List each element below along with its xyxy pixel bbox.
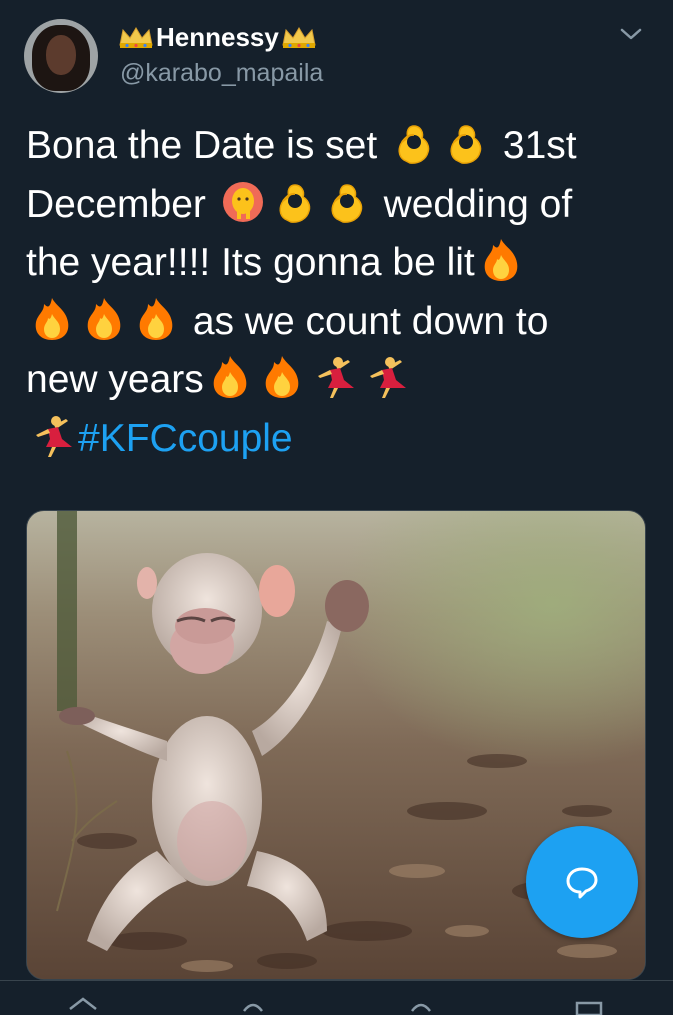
search-icon[interactable] xyxy=(236,995,270,1015)
fire-emoji xyxy=(139,297,173,340)
ok-hand-emoji xyxy=(331,183,362,223)
tweet-text-line: #KFCcouple xyxy=(26,410,656,469)
ok-hand-emoji xyxy=(398,125,430,164)
tweet-text-segment: 31st xyxy=(492,124,577,167)
tweet-text-segment: December xyxy=(26,182,217,226)
tweet-text-segment: new years xyxy=(26,358,204,401)
ok-hand-emoji xyxy=(279,183,310,223)
home-icon[interactable] xyxy=(66,995,100,1015)
fire-emoji xyxy=(87,297,121,340)
fire-emoji xyxy=(213,356,247,398)
dancer-emoji xyxy=(369,357,406,398)
reply-bubble-icon xyxy=(566,867,598,899)
tweet-text-line: the year!!!! Its gonna be lit xyxy=(26,234,656,293)
crown-icon xyxy=(119,27,153,48)
ok-hand-emoji xyxy=(450,125,482,164)
reply-button[interactable] xyxy=(526,826,638,938)
tweet-text-segment: the year!!!! Its gonna be lit xyxy=(26,241,475,284)
tweet-text-segment: Bona the Date is set xyxy=(26,124,389,167)
tweet-text-line: Bona the Date is set 31st xyxy=(26,117,656,176)
fire-emoji xyxy=(35,297,69,340)
dancer-emoji xyxy=(36,415,72,457)
fire-emoji xyxy=(484,239,518,281)
tweet-text-segment: as we count down to xyxy=(182,299,549,343)
display-name-row[interactable]: Hennessy xyxy=(118,20,317,54)
tweet-text-line: December wedding of xyxy=(26,176,656,235)
avatar[interactable] xyxy=(24,19,98,93)
hashtag-link[interactable]: #KFCcouple xyxy=(78,417,293,460)
bottom-nav-bar xyxy=(0,980,673,1015)
dancer-emoji xyxy=(317,357,354,398)
avatar-face xyxy=(46,35,76,75)
tweet-header: Hennessy @karabo_mapaila xyxy=(0,0,673,100)
woman-raising-hand-emoji xyxy=(222,181,263,222)
tweet-text-segment: wedding of xyxy=(372,182,573,226)
tweet-text-line: new years xyxy=(26,351,656,410)
fire-emoji xyxy=(265,356,299,398)
display-name[interactable]: Hennessy xyxy=(156,22,279,53)
chevron-down-icon[interactable] xyxy=(619,26,643,42)
user-handle[interactable]: @karabo_mapaila xyxy=(120,59,323,88)
notifications-icon[interactable] xyxy=(404,995,438,1015)
crown-icon xyxy=(282,27,316,48)
tweet-text-line: as we count down to xyxy=(26,293,656,352)
tweet-text: Bona the Date is set 31st December weddin… xyxy=(26,117,656,468)
messages-icon[interactable] xyxy=(572,995,606,1015)
